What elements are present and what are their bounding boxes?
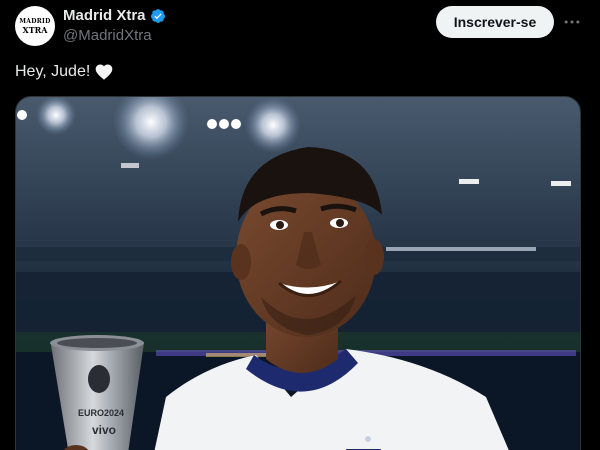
tweet-header: MADRID XTRA Madrid Xtra @MadridXtra Insc… [0, 0, 600, 56]
trophy-sponsor-text: vivo [92, 423, 116, 437]
author-block: Madrid Xtra @MadridXtra [63, 7, 166, 44]
author-handle[interactable]: @MadridXtra [63, 27, 166, 44]
avatar-text-line2: XTRA [22, 24, 48, 35]
more-horizontal-icon[interactable] [558, 8, 586, 36]
tweet-media-photo[interactable]: EURO2024 vivo [15, 96, 581, 450]
white-heart-icon [95, 64, 113, 80]
author-display-name[interactable]: Madrid Xtra [63, 7, 146, 24]
tweet-text: Hey, Jude! [15, 62, 114, 82]
verified-badge-icon [150, 8, 165, 23]
avatar[interactable]: MADRID XTRA [15, 6, 55, 46]
trophy-tournament-text: EURO2024 [78, 408, 124, 418]
follow-button[interactable]: Inscrever-se [436, 6, 554, 38]
tweet-text-content: Hey, Jude! [15, 63, 91, 80]
avatar-text-line1: MADRID [19, 17, 51, 25]
